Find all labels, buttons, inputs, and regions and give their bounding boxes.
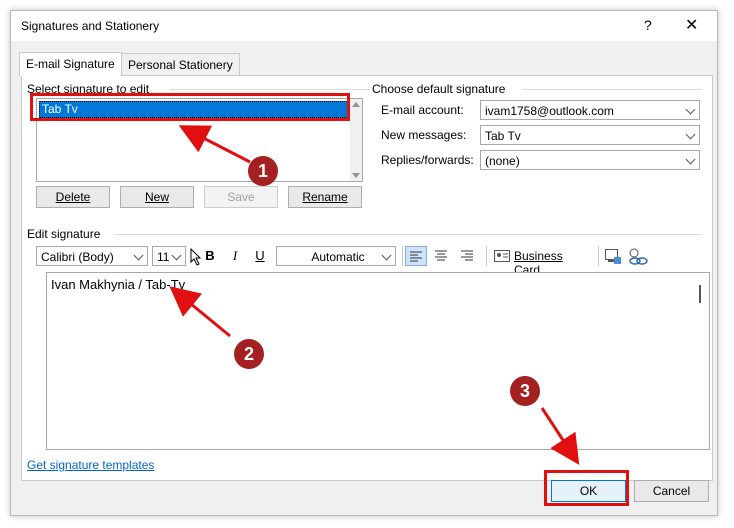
annotation-badge-2: 2 [234,339,264,369]
annotation-arrows [169,125,580,466]
annotation-badge-3: 3 [510,376,540,406]
arrow-1 [178,125,251,164]
arrow-3 [540,407,580,466]
tab-email-signature[interactable]: E-mail Signature [19,52,122,76]
annotation-badge-1: 1 [248,156,278,186]
arrow-2 [169,286,231,338]
